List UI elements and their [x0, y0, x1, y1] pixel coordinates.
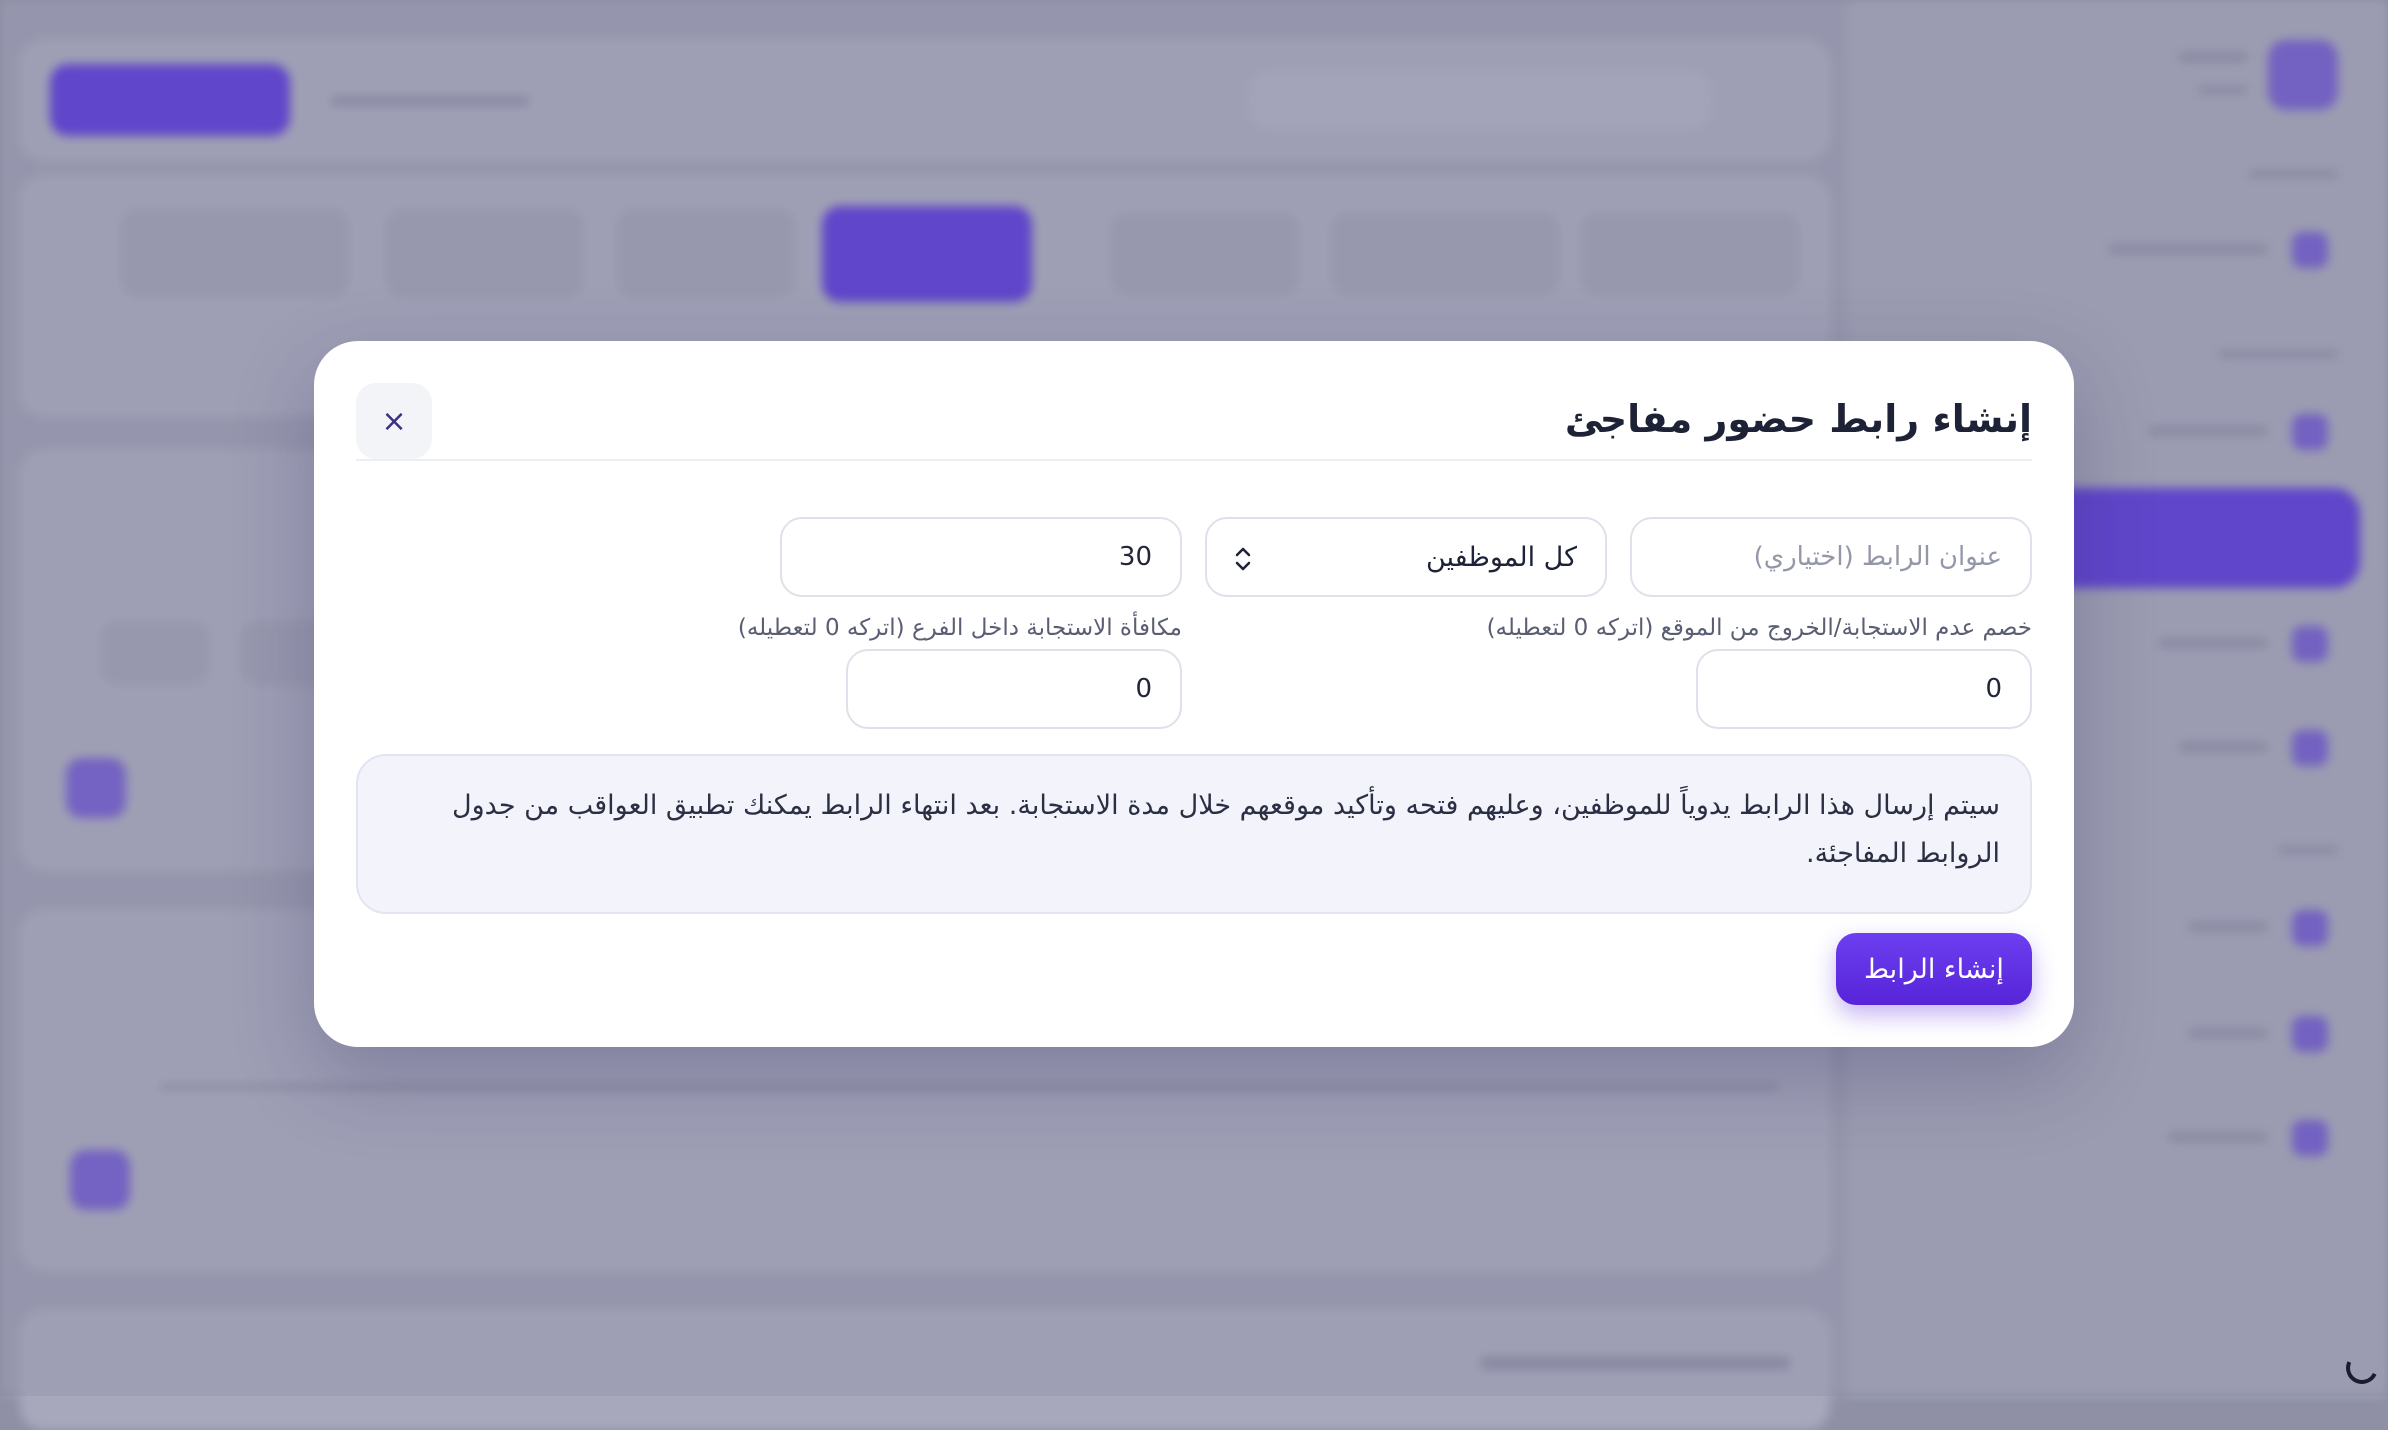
- employees-select-value: كل الموظفين: [1425, 541, 1577, 573]
- reward-label: مكافأة الاستجابة داخل الفرع (اتركه 0 لتع…: [737, 615, 1182, 641]
- info-box: سيتم إرسال هذا الرابط يدوياً للموظفين، و…: [356, 754, 2032, 914]
- close-icon: ×: [381, 403, 407, 439]
- create-link-button[interactable]: إنشاء الرابط: [1836, 933, 2032, 1005]
- modal-title: إنشاء رابط حضور مفاجئ: [1564, 397, 2032, 441]
- response-minutes-input[interactable]: [780, 517, 1182, 597]
- surprise-attendance-modal: إنشاء رابط حضور مفاجئ × كل الموظفين خصم …: [314, 341, 2074, 1047]
- updown-chevron-icon: [1235, 547, 1251, 571]
- penalty-label: خصم عدم الاستجابة/الخروج من الموقع (اترك…: [1486, 615, 2032, 641]
- employees-select[interactable]: كل الموظفين: [1205, 517, 1607, 597]
- close-button[interactable]: ×: [356, 383, 432, 459]
- reward-input[interactable]: [846, 649, 1182, 729]
- modal-header: إنشاء رابط حضور مفاجئ ×: [356, 383, 2032, 461]
- info-text: سيتم إرسال هذا الرابط يدوياً للموظفين، و…: [452, 790, 2000, 869]
- link-title-input[interactable]: [1630, 517, 2032, 597]
- penalty-input[interactable]: [1696, 649, 2032, 729]
